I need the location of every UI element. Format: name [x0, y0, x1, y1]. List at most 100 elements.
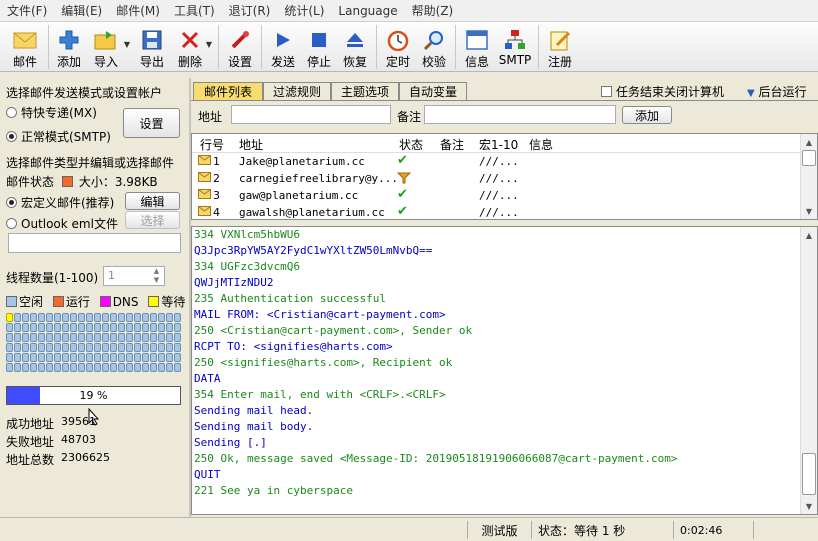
shutdown-checkbox[interactable]: 任务结束关闭计算机 — [601, 83, 724, 100]
mail-status-label: 邮件状态 — [6, 175, 55, 189]
radio-outlook-eml[interactable]: Outlook eml文件 — [6, 215, 118, 232]
envelope-icon — [198, 172, 211, 185]
left-panel: 选择邮件发送模式或设置帐户 特快专递(MX) 正常模式(SMTP) 设置 选择邮… — [0, 80, 189, 515]
menu-edit[interactable]: 编辑(E) — [54, 2, 109, 19]
row-address: gaw@planetarium.cc — [239, 189, 359, 202]
scroll-down-icon[interactable]: ▼ — [801, 203, 817, 219]
address-input[interactable] — [231, 105, 391, 124]
thread-cell — [54, 313, 61, 322]
menu-stats[interactable]: 统计(L) — [277, 2, 331, 19]
column-header[interactable]: 状态 — [399, 136, 423, 153]
scroll-up-icon[interactable]: ▲ — [801, 227, 817, 243]
send-button[interactable]: 发送 — [265, 22, 301, 70]
thread-cell — [110, 343, 117, 352]
column-header[interactable]: 宏1-10 — [479, 136, 518, 153]
table-scrollbar[interactable]: ▲ ▼ — [800, 134, 817, 219]
tab-auto-variables[interactable]: 自动变量 — [399, 82, 467, 100]
add-button[interactable]: 添加 — [52, 22, 86, 70]
delete-button[interactable]: 删除 ▼ — [172, 22, 212, 70]
stop-button[interactable]: 停止 — [301, 22, 337, 70]
thread-cell — [38, 333, 45, 342]
thread-cell — [150, 323, 157, 332]
table-row[interactable]: 4 gawalsh@planetarium.cc ✔ ///... — [192, 205, 797, 219]
thread-cell — [86, 333, 93, 342]
timer-button[interactable]: 定时 — [380, 22, 416, 70]
menu-mail[interactable]: 邮件(M) — [109, 2, 167, 19]
chevron-down-icon[interactable]: ▼ — [206, 40, 212, 49]
column-header[interactable]: 地址 — [239, 136, 263, 153]
toolbar-separator — [261, 25, 262, 69]
column-header[interactable]: 行号 — [200, 136, 224, 153]
tab-mail-list[interactable]: 邮件列表 — [193, 82, 263, 100]
eml-path-field[interactable] — [8, 233, 181, 253]
thread-cell — [110, 313, 117, 322]
radio-circle[interactable] — [6, 107, 17, 118]
status-extra — [753, 521, 818, 539]
log-scrollbar[interactable]: ▲ ▼ — [800, 227, 817, 514]
menu-bar: 文件(F) 编辑(E) 邮件(M) 工具(T) 退订(R) 统计(L) Lang… — [0, 0, 818, 22]
status-bar: 测试版 状态：等待 1 秒 0:02:46 — [0, 517, 818, 541]
settings-button[interactable]: 设置 — [222, 22, 258, 70]
mail-type-title: 选择邮件类型并编辑或选择邮件 — [6, 156, 175, 170]
thread-cell — [174, 323, 181, 332]
log-line: Sending mail head. — [194, 404, 314, 417]
info-button[interactable]: 信息 — [459, 22, 495, 70]
menu-tools[interactable]: 工具(T) — [167, 2, 222, 19]
checkbox-box[interactable] — [601, 86, 612, 97]
radio-normal[interactable]: 正常模式(SMTP) — [6, 128, 111, 145]
scroll-down-icon[interactable]: ▼ — [801, 498, 817, 514]
row-macro: ///... — [479, 172, 519, 185]
menu-help[interactable]: 帮助(Z) — [405, 2, 461, 19]
row-macro: ///... — [479, 155, 519, 168]
radio-custom-mail[interactable]: 宏定义邮件(推荐) — [6, 194, 114, 211]
mail-button[interactable]: 邮件 — [5, 22, 45, 70]
chevron-down-icon[interactable]: ▼ — [124, 40, 130, 49]
menu-unsubscribe[interactable]: 退订(R) — [222, 2, 278, 19]
scroll-thumb[interactable] — [802, 453, 816, 495]
background-run-link[interactable]: ▼ 后台运行 — [747, 83, 807, 100]
menu-file[interactable]: 文件(F) — [0, 2, 54, 19]
register-button[interactable]: 注册 — [542, 22, 578, 70]
scroll-thumb[interactable] — [802, 150, 816, 166]
thread-cell — [78, 333, 85, 342]
thread-cell — [150, 333, 157, 342]
scroll-up-icon[interactable]: ▲ — [801, 134, 817, 150]
thread-cell — [54, 323, 61, 332]
table-row[interactable]: 3 gaw@planetarium.cc ✔ ///... — [192, 187, 797, 204]
restore-label: 恢复 — [342, 55, 367, 69]
note-input[interactable] — [424, 105, 616, 124]
log-line: 250 <Cristian@cart-payment.com>, Sender … — [194, 324, 473, 337]
log-line: 235 Authentication successful — [194, 292, 387, 305]
radio-express[interactable]: 特快专递(MX) — [6, 104, 97, 121]
thread-cell — [118, 343, 125, 352]
thread-cell — [22, 353, 29, 362]
table-row[interactable]: 1 Jake@planetarium.cc ✔ ///... — [192, 153, 797, 170]
thread-cell — [70, 353, 77, 362]
header-divider — [192, 152, 800, 153]
radio-circle[interactable] — [6, 218, 17, 229]
thread-cell — [142, 363, 149, 372]
verify-button[interactable]: 校验 — [416, 22, 452, 70]
radio-circle[interactable] — [6, 131, 17, 142]
stop-label: 停止 — [306, 55, 331, 69]
smtp-button[interactable]: SMTP — [495, 22, 535, 70]
legend-waiting: 等待 — [161, 295, 186, 309]
table-row[interactable]: 2 carnegiefreelibrary@y... ///... — [192, 171, 797, 187]
export-button[interactable]: 导出 — [132, 22, 172, 70]
column-header[interactable]: 备注 — [440, 136, 464, 153]
thread-cell — [86, 323, 93, 332]
select-button[interactable]: 选择 — [125, 211, 180, 229]
column-header[interactable]: 信息 — [529, 136, 553, 153]
edit-button[interactable]: 编辑 — [125, 192, 180, 210]
menu-language[interactable]: Language — [331, 4, 404, 18]
import-button[interactable]: 导入 ▼ — [86, 22, 130, 70]
restore-button[interactable]: 恢复 — [337, 22, 373, 70]
add-address-button[interactable]: 添加 — [622, 106, 672, 124]
tab-subject-options[interactable]: 主题选项 — [331, 82, 399, 100]
radio-circle[interactable] — [6, 197, 17, 208]
tab-filter-rules[interactable]: 过滤规则 — [263, 82, 331, 100]
account-settings-button[interactable]: 设置 — [123, 108, 180, 138]
thread-cell — [142, 323, 149, 332]
thread-cell — [38, 313, 45, 322]
spinner-arrows-icon[interactable]: ▲ ▼ — [149, 267, 164, 285]
